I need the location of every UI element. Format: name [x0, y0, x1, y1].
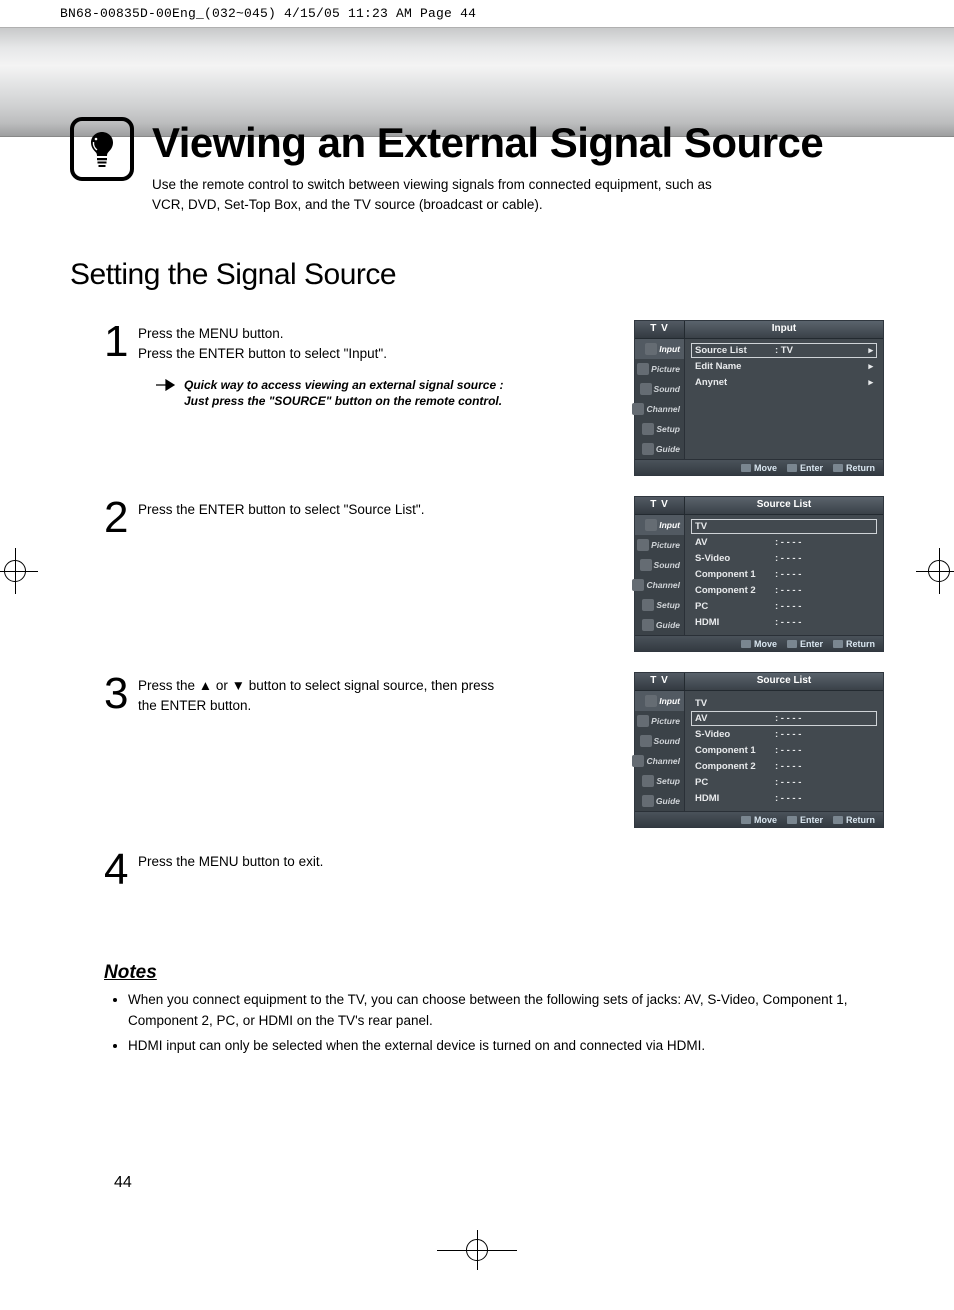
- tip-arrow-icon: [156, 379, 176, 391]
- osd-top-left: T V: [635, 673, 685, 690]
- osd-sidebar: Input Picture Sound Channel Setup Guide: [635, 339, 685, 459]
- step-number: 1: [104, 320, 138, 364]
- osd-side-item: Guide: [656, 620, 680, 630]
- step-2: 2 Press the ENTER button to select "Sour…: [104, 496, 884, 652]
- page-subtitle: Use the remote control to switch between…: [152, 175, 732, 214]
- osd-row: S-Video: - - - -: [691, 726, 877, 742]
- osd-row: TV: [691, 519, 877, 534]
- step-number: 4: [104, 848, 138, 892]
- osd-side-item: Picture: [651, 716, 680, 726]
- note-item: HDMI input can only be selected when the…: [128, 1036, 884, 1057]
- crop-mark-icon: [437, 1230, 517, 1270]
- step-text: Press the MENU button.: [138, 326, 284, 341]
- osd-row: Component 2: - - - -: [691, 758, 877, 774]
- step-text: Press the MENU button to exit.: [138, 852, 498, 872]
- lightbulb-icon: [70, 117, 134, 181]
- osd-top-left: T V: [635, 321, 685, 338]
- osd-sidebar: Input Picture Sound Channel Setup Guide: [635, 691, 685, 811]
- osd-side-item: Picture: [651, 364, 680, 374]
- osd-row: TV: [691, 695, 877, 711]
- osd-panel-input: T V Input Input Picture Sound Channel Se…: [634, 320, 884, 476]
- osd-side-item: Sound: [654, 736, 680, 746]
- section-title: Setting the Signal Source: [70, 258, 884, 292]
- osd-side-item: Sound: [654, 560, 680, 570]
- osd-side-item: Setup: [656, 776, 680, 786]
- step-number: 2: [104, 496, 138, 540]
- osd-panel-sourcelist-1: T V Source List Input Picture Sound Chan…: [634, 496, 884, 652]
- osd-row: Component 1: - - - -: [691, 742, 877, 758]
- osd-row: PC: - - - -: [691, 598, 877, 614]
- osd-top-left: T V: [635, 497, 685, 514]
- step-3: 3 Press the ▲ or ▼ button to select sign…: [104, 672, 884, 828]
- print-header: BN68-00835D-00Eng_(032~045) 4/15/05 11:2…: [0, 0, 954, 21]
- osd-side-item: Picture: [651, 540, 680, 550]
- osd-row: Component 1: - - - -: [691, 566, 877, 582]
- osd-panel-sourcelist-2: T V Source List Input Picture Sound Chan…: [634, 672, 884, 828]
- step-4: 4 Press the MENU button to exit.: [104, 848, 884, 892]
- osd-row: Anynet▸: [691, 374, 877, 390]
- osd-row: S-Video: - - - -: [691, 550, 877, 566]
- osd-row: HDMI: - - - -: [691, 790, 877, 806]
- osd-side-item: Input: [659, 344, 680, 354]
- osd-row: HDMI: - - - -: [691, 614, 877, 630]
- osd-row: Edit Name▸: [691, 358, 877, 374]
- osd-row: Component 2: - - - -: [691, 582, 877, 598]
- osd-top-title: Input: [685, 321, 883, 338]
- step-text: Press the ENTER button to select "Input"…: [138, 346, 387, 361]
- osd-footer: Move Enter Return: [635, 459, 883, 475]
- osd-side-item: Setup: [656, 424, 680, 434]
- osd-footer: Move Enter Return: [635, 635, 883, 651]
- osd-side-item: Channel: [646, 756, 680, 766]
- osd-side-item: Sound: [654, 384, 680, 394]
- step-text: Press the ENTER button to select "Source…: [138, 500, 498, 520]
- osd-top-title: Source List: [685, 673, 883, 690]
- osd-row: PC: - - - -: [691, 774, 877, 790]
- osd-side-item: Input: [659, 520, 680, 530]
- osd-side-item: Input: [659, 696, 680, 706]
- osd-row: AV: - - - -: [691, 711, 877, 726]
- osd-top-title: Source List: [685, 497, 883, 514]
- page-number: 44: [114, 1174, 132, 1192]
- tip-text: Quick way to access viewing an external …: [184, 378, 503, 392]
- notes-title: Notes: [104, 962, 884, 984]
- step-1: 1 Press the MENU button. Press the ENTER…: [104, 320, 884, 476]
- osd-side-item: Guide: [656, 444, 680, 454]
- crop-mark-icon: [916, 548, 954, 594]
- osd-footer: Move Enter Return: [635, 811, 883, 827]
- osd-sidebar: Input Picture Sound Channel Setup Guide: [635, 515, 685, 635]
- osd-side-item: Guide: [656, 796, 680, 806]
- osd-row: Source List: TV▸: [691, 343, 877, 358]
- note-item: When you connect equipment to the TV, yo…: [128, 990, 884, 1032]
- crop-mark-icon: [0, 548, 38, 594]
- tip-text: Just press the "SOURCE" button on the re…: [184, 394, 502, 408]
- osd-side-item: Channel: [646, 404, 680, 414]
- osd-row: AV: - - - -: [691, 534, 877, 550]
- step-number: 3: [104, 672, 138, 716]
- step-text: Press the ▲ or ▼ button to select signal…: [138, 676, 498, 717]
- osd-side-item: Channel: [646, 580, 680, 590]
- osd-side-item: Setup: [656, 600, 680, 610]
- page-title: Viewing an External Signal Source: [152, 119, 823, 167]
